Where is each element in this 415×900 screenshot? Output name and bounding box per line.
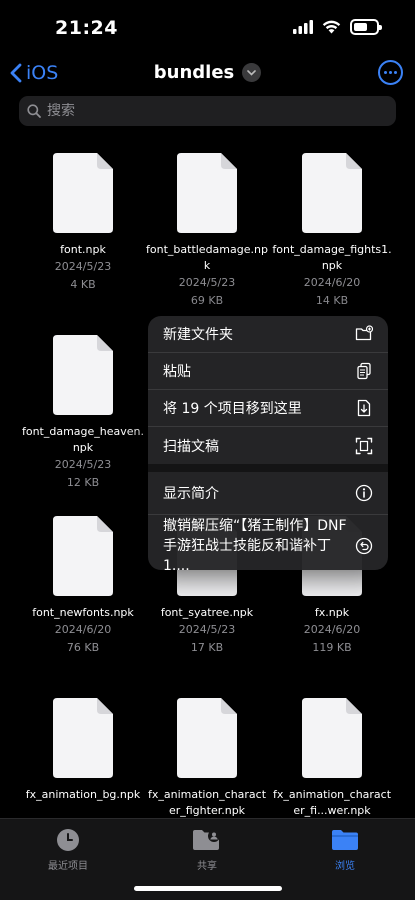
menu-item-show-info[interactable]: 显示简介: [148, 472, 388, 515]
tab-label-recents: 最近项目: [48, 861, 88, 872]
cellular-signal-icon: [293, 20, 313, 34]
file-name: font_battledamage.npk: [146, 243, 268, 272]
file-item[interactable]: fx_animation_character_fi...wer.npk: [270, 698, 394, 819]
file-size: 12 KB: [66, 476, 100, 489]
document-icon: [302, 698, 362, 778]
file-name: fx_animation_bg.npk: [25, 788, 141, 801]
file-item[interactable]: font_damage_fights1.npk 2024/6/20 14 KB: [270, 153, 394, 310]
search-icon: [27, 104, 41, 118]
status-bar: 21:24: [0, 0, 415, 56]
file-item[interactable]: font_battledamage.npk 2024/5/23 69 KB: [145, 153, 269, 310]
menu-separator: [148, 464, 388, 472]
file-size: 4 KB: [70, 278, 96, 291]
menu-item-paste[interactable]: 粘贴: [148, 353, 388, 390]
page-title: bundles: [153, 62, 235, 83]
title-menu[interactable]: bundles: [154, 62, 262, 83]
file-item[interactable]: font_newfonts.npk 2024/6/20 76 KB: [21, 516, 145, 657]
tab-label-browse: 浏览: [335, 861, 355, 872]
status-icons: [293, 19, 382, 35]
document-icon: [177, 698, 237, 778]
more-options-button[interactable]: [378, 60, 403, 85]
file-item[interactable]: font_damage_heaven.npk 2024/5/23 12 KB: [21, 335, 145, 492]
tab-browse[interactable]: 浏览: [300, 827, 390, 872]
status-time: 21:24: [55, 17, 118, 39]
document-icon: [53, 698, 113, 778]
document-download-icon: [357, 399, 371, 417]
tab-shared[interactable]: 共享: [162, 827, 252, 872]
more-dot-icon: [384, 71, 387, 74]
paste-icon: [357, 362, 371, 380]
file-size: 69 KB: [190, 294, 224, 307]
page-title-container: bundles: [0, 62, 415, 83]
tab-recents[interactable]: 最近项目: [23, 827, 113, 872]
scan-document-icon: [355, 437, 373, 454]
menu-item-scan-documents[interactable]: 扫描文稿: [148, 427, 388, 464]
menu-label-move-items: 将 19 个项目移到这里: [163, 401, 302, 417]
wifi-icon: [322, 20, 341, 34]
context-menu: 新建文件夹 粘贴 将 19 个项目移到这里 扫描文稿 显示简介 撤销解压缩“【猪…: [148, 316, 388, 570]
file-name: fx_animation_character_fighter.npk: [147, 788, 267, 817]
document-icon: [177, 153, 237, 233]
file-size: 76 KB: [66, 641, 100, 654]
file-date: 2024/6/20: [303, 276, 361, 289]
file-name: fx.npk: [314, 606, 350, 619]
file-date: 2024/6/20: [54, 623, 112, 636]
file-name: font_damage_heaven.npk: [21, 425, 145, 454]
clock-icon: [23, 827, 113, 853]
file-date: 2024/5/23: [54, 458, 112, 471]
file-name: font.npk: [60, 243, 106, 256]
home-indicator: [134, 886, 282, 891]
file-item[interactable]: fx_animation_bg.npk: [21, 698, 145, 803]
document-icon: [53, 516, 113, 596]
tab-label-shared: 共享: [197, 861, 217, 872]
file-date: 2024/5/23: [54, 260, 112, 273]
file-date: 2024/6/20: [303, 623, 361, 636]
document-icon: [53, 153, 113, 233]
battery-icon: [350, 19, 382, 35]
menu-item-move-items[interactable]: 将 19 个项目移到这里: [148, 390, 388, 427]
file-date: 2024/5/23: [178, 623, 236, 636]
file-name: fx_animation_character_fi...wer.npk: [272, 788, 392, 817]
menu-label-undo-unzip: 撤销解压缩“【猪王制作】DNF手游狂战士技能反和谐补丁1....: [163, 518, 347, 570]
search-input[interactable]: [47, 103, 347, 119]
file-item[interactable]: font.npk 2024/5/23 4 KB: [21, 153, 145, 294]
file-name: font_syatree.npk: [160, 606, 254, 619]
menu-label-new-folder: 新建文件夹: [163, 327, 233, 343]
file-size: 17 KB: [190, 641, 224, 654]
file-date: 2024/5/23: [178, 276, 236, 289]
folder-icon: [300, 827, 390, 853]
info-icon: [355, 484, 373, 502]
menu-label-show-info: 显示简介: [163, 486, 219, 502]
file-name: font_newfonts.npk: [32, 606, 134, 619]
file-size: 119 KB: [312, 641, 352, 654]
file-name: font_damage_fights1.npk: [272, 243, 392, 272]
menu-label-paste: 粘贴: [163, 364, 191, 380]
undo-icon: [355, 537, 373, 555]
menu-item-new-folder[interactable]: 新建文件夹: [148, 316, 388, 353]
file-size: 14 KB: [315, 294, 349, 307]
shared-folder-icon: [162, 827, 252, 853]
search-bar[interactable]: [19, 96, 396, 126]
chevron-down-icon: [242, 63, 262, 82]
folder-plus-icon: [355, 325, 373, 341]
document-icon: [53, 335, 113, 415]
menu-label-scan-documents: 扫描文稿: [163, 438, 219, 455]
menu-item-undo-unzip[interactable]: 撤销解压缩“【猪王制作】DNF手游狂战士技能反和谐补丁1....: [148, 515, 388, 570]
file-item[interactable]: fx_animation_character_fighter.npk: [145, 698, 269, 819]
navigation-bar: iOS bundles: [0, 58, 415, 92]
document-icon: [302, 153, 362, 233]
